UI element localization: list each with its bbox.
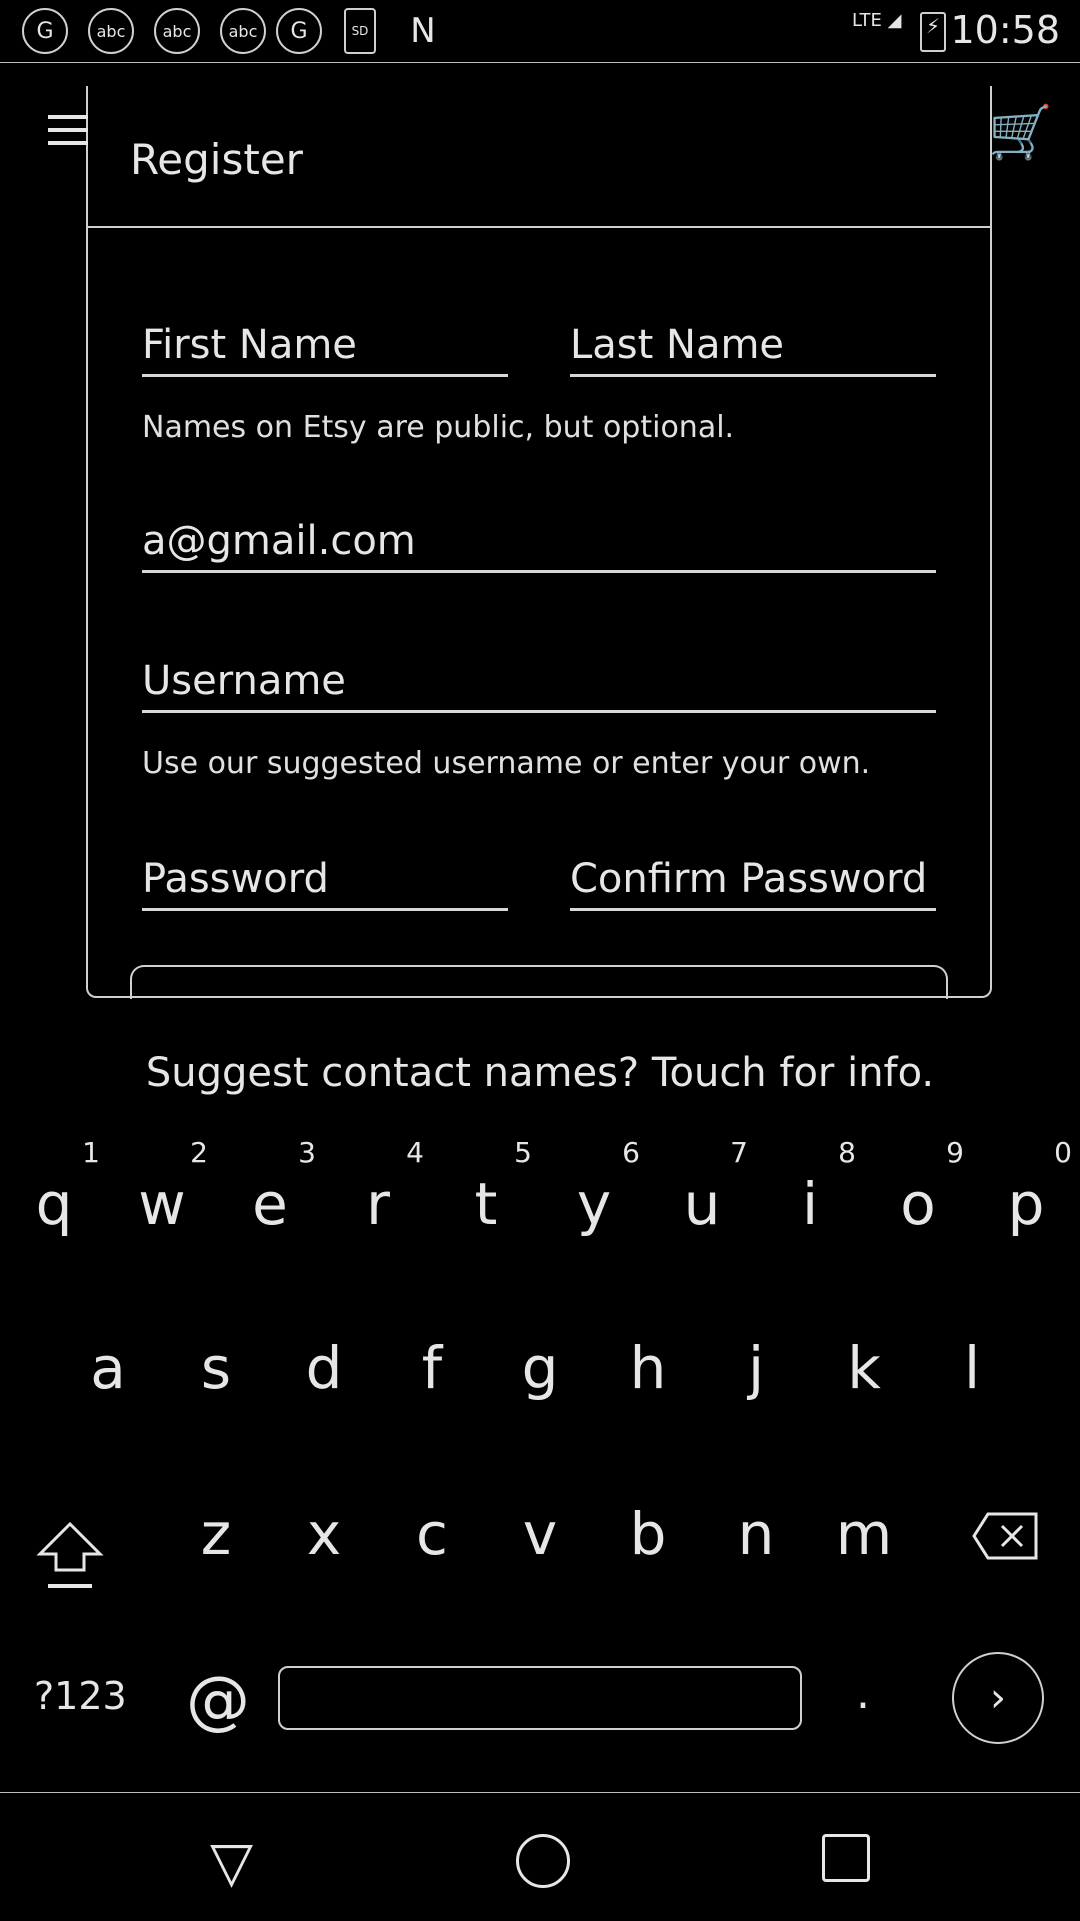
key-label: l: [963, 1334, 981, 1402]
key-hint: 6: [622, 1136, 640, 1169]
key-label: o: [900, 1170, 936, 1238]
period-key[interactable]: .: [856, 1668, 870, 1719]
key-z[interactable]: z: [162, 1500, 270, 1568]
google-news-icon: G: [276, 8, 322, 54]
key-c[interactable]: c: [378, 1500, 486, 1568]
recents-icon[interactable]: [822, 1834, 870, 1882]
register-button[interactable]: [130, 965, 948, 999]
key-v[interactable]: v: [486, 1500, 594, 1568]
abc-news-icon: abc: [154, 8, 200, 54]
key-o[interactable]: o9: [864, 1136, 972, 1238]
confirm-password-input[interactable]: Confirm Password: [570, 856, 936, 911]
key-label: b: [629, 1500, 667, 1568]
keyboard-suggestion[interactable]: Suggest contact names? Touch for info.: [0, 1050, 1080, 1096]
key-g[interactable]: g: [486, 1334, 594, 1402]
key-t[interactable]: t5: [432, 1136, 540, 1238]
key-label: w: [138, 1170, 186, 1238]
key-hint: 7: [730, 1136, 748, 1169]
key-x[interactable]: x: [270, 1500, 378, 1568]
key-label: v: [522, 1500, 558, 1568]
menu-icon[interactable]: [48, 115, 88, 155]
key-n[interactable]: n: [702, 1500, 810, 1568]
key-label: m: [835, 1500, 893, 1568]
key-label: d: [305, 1334, 343, 1402]
last-name-input[interactable]: Last Name: [570, 322, 936, 377]
key-label: q: [35, 1170, 73, 1238]
space-key[interactable]: [278, 1666, 802, 1730]
key-r[interactable]: r4: [324, 1136, 432, 1238]
key-f[interactable]: f: [378, 1334, 486, 1402]
key-u[interactable]: u7: [648, 1136, 756, 1238]
abc-news-icon: abc: [220, 8, 266, 54]
status-bar: G abc abc abc G SD N LTE ◢ ⚡ 10:58: [0, 0, 1080, 63]
email-input[interactable]: a@gmail.com: [142, 518, 936, 573]
key-hint: 5: [514, 1136, 532, 1169]
n-app-icon: N: [410, 11, 436, 51]
sd-card-icon: SD: [344, 8, 376, 54]
key-label: g: [521, 1334, 559, 1402]
key-j[interactable]: j: [702, 1334, 810, 1402]
key-label: z: [200, 1500, 232, 1568]
key-a[interactable]: a: [54, 1334, 162, 1402]
key-label: s: [200, 1334, 232, 1402]
clock: 10:58: [950, 8, 1060, 52]
names-helper-text: Names on Etsy are public, but optional.: [142, 410, 735, 445]
key-i[interactable]: i8: [756, 1136, 864, 1238]
home-icon[interactable]: [516, 1834, 570, 1888]
username-input[interactable]: Username: [142, 658, 936, 713]
shift-icon[interactable]: [36, 1520, 104, 1588]
key-label: u: [683, 1170, 721, 1238]
key-label: y: [576, 1170, 612, 1238]
key-hint: 3: [298, 1136, 316, 1169]
back-icon[interactable]: ▽: [210, 1830, 253, 1895]
at-key[interactable]: @: [186, 1664, 250, 1738]
key-b[interactable]: b: [594, 1500, 702, 1568]
key-h[interactable]: h: [594, 1334, 702, 1402]
key-hint: 1: [82, 1136, 100, 1169]
key-y[interactable]: y6: [540, 1136, 648, 1238]
key-label: k: [847, 1334, 881, 1402]
lte-signal-icon: LTE ◢: [852, 10, 902, 31]
abc-news-icon: abc: [88, 8, 134, 54]
next-key[interactable]: ›: [952, 1652, 1044, 1744]
symbols-key[interactable]: ?123: [34, 1674, 127, 1718]
key-hint: 4: [406, 1136, 424, 1169]
key-hint: 2: [190, 1136, 208, 1169]
key-hint: 8: [838, 1136, 856, 1169]
google-news-icon: G: [22, 8, 68, 54]
key-m[interactable]: m: [810, 1500, 918, 1568]
backspace-icon[interactable]: [972, 1512, 1038, 1560]
key-label: r: [366, 1170, 390, 1238]
key-d[interactable]: d: [270, 1334, 378, 1402]
key-q[interactable]: q1: [0, 1136, 108, 1238]
key-k[interactable]: k: [810, 1334, 918, 1402]
page-title: Register: [130, 135, 303, 184]
key-label: e: [252, 1170, 288, 1238]
key-label: h: [629, 1334, 667, 1402]
key-label: x: [306, 1500, 342, 1568]
key-label: a: [90, 1334, 126, 1402]
key-label: j: [747, 1334, 765, 1402]
key-label: n: [737, 1500, 775, 1568]
key-label: p: [1007, 1170, 1045, 1238]
chevron-right-icon: ›: [990, 1675, 1006, 1721]
username-helper-text: Use our suggested username or enter your…: [142, 746, 871, 781]
battery-icon: ⚡: [920, 12, 946, 52]
key-s[interactable]: s: [162, 1334, 270, 1402]
key-label: t: [474, 1170, 498, 1238]
first-name-input[interactable]: First Name: [142, 322, 508, 377]
key-p[interactable]: p0: [972, 1136, 1080, 1238]
key-w[interactable]: w2: [108, 1136, 216, 1238]
key-hint: 0: [1054, 1136, 1072, 1169]
password-input[interactable]: Password: [142, 856, 508, 911]
key-e[interactable]: e3: [216, 1136, 324, 1238]
key-hint: 9: [946, 1136, 964, 1169]
key-l[interactable]: l: [918, 1334, 1026, 1402]
cart-icon[interactable]: 🛒: [988, 103, 1053, 163]
key-label: c: [416, 1500, 448, 1568]
key-label: i: [801, 1170, 819, 1238]
key-label: f: [421, 1334, 443, 1402]
